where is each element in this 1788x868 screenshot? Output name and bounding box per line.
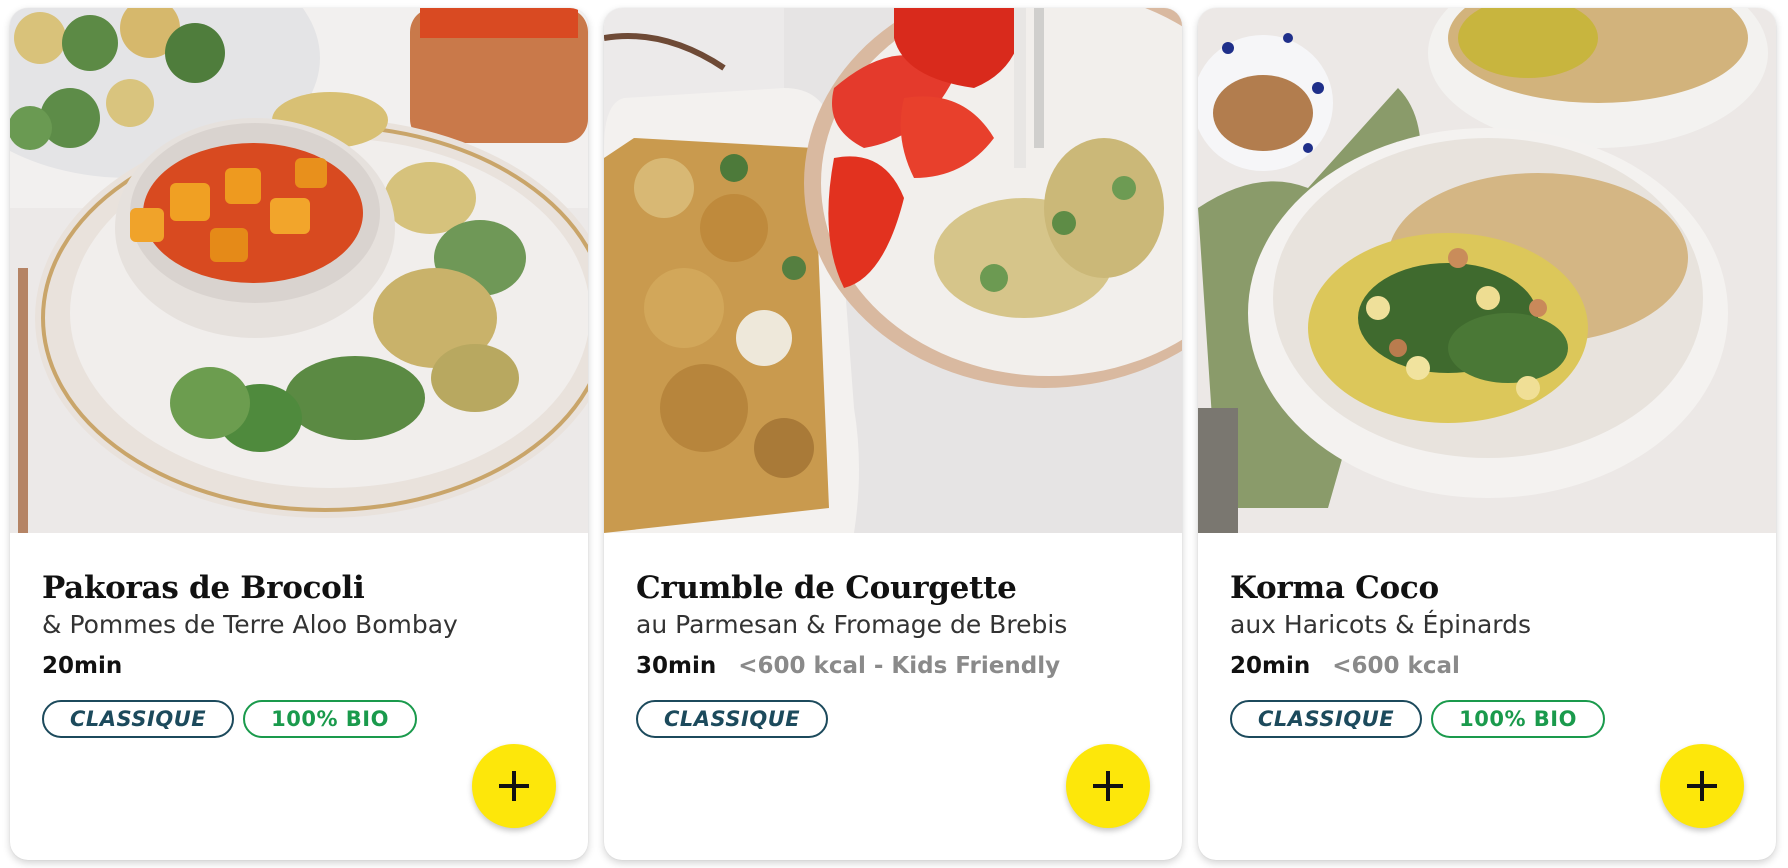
- recipe-subtitle: & Pommes de Terre Aloo Bombay: [42, 610, 458, 639]
- tag-classique: CLASSIQUE: [1230, 700, 1423, 738]
- recipe-card[interactable]: Crumble de Courgette au Parmesan & Froma…: [604, 8, 1182, 860]
- recipe-extra-info: <600 kcal - Kids Friendly: [738, 653, 1061, 679]
- recipe-card[interactable]: Korma Coco aux Haricots & Épinards 20min…: [1198, 8, 1776, 860]
- recipe-meta: 30min <600 kcal - Kids Friendly: [636, 650, 1158, 682]
- recipe-info: Korma Coco aux Haricots & Épinards 20min…: [1230, 568, 1752, 738]
- recipe-time: 20min: [1230, 653, 1311, 679]
- recipe-subtitle: aux Haricots & Épinards: [1230, 610, 1532, 639]
- recipe-photo[interactable]: [604, 8, 1182, 533]
- recipe-title[interactable]: Korma Coco: [1230, 568, 1752, 608]
- recipe-title[interactable]: Pakoras de Brocoli: [42, 568, 564, 608]
- recipe-extra-info: <600 kcal: [1332, 653, 1460, 679]
- add-recipe-button[interactable]: [1066, 744, 1150, 828]
- recipe-tags: CLASSIQUE: [636, 700, 1158, 738]
- recipe-subtitle: au Parmesan & Fromage de Brebis: [636, 610, 1068, 639]
- add-recipe-button[interactable]: [1660, 744, 1744, 828]
- tag-bio: 100% BIO: [1431, 700, 1605, 738]
- recipe-info: Crumble de Courgette au Parmesan & Froma…: [636, 568, 1158, 738]
- plus-icon: [1687, 771, 1717, 801]
- recipe-info: Pakoras de Brocoli & Pommes de Terre Alo…: [42, 568, 564, 738]
- recipe-photo[interactable]: [1198, 8, 1776, 533]
- tag-bio: 100% BIO: [243, 700, 417, 738]
- recipe-card[interactable]: Pakoras de Brocoli & Pommes de Terre Alo…: [10, 8, 588, 860]
- plus-icon: [1093, 771, 1123, 801]
- recipe-meta: 20min <600 kcal: [1230, 650, 1752, 682]
- recipe-grid: Pakoras de Brocoli & Pommes de Terre Alo…: [0, 0, 1788, 868]
- add-recipe-button[interactable]: [472, 744, 556, 828]
- recipe-time: 20min: [42, 653, 123, 679]
- recipe-tags: CLASSIQUE 100% BIO: [1230, 700, 1752, 738]
- recipe-meta: 20min: [42, 650, 564, 682]
- tag-classique: CLASSIQUE: [42, 700, 235, 738]
- plus-icon: [499, 771, 529, 801]
- recipe-photo[interactable]: [10, 8, 588, 533]
- recipe-tags: CLASSIQUE 100% BIO: [42, 700, 564, 738]
- recipe-time: 30min: [636, 653, 717, 679]
- tag-classique: CLASSIQUE: [636, 700, 829, 738]
- recipe-title[interactable]: Crumble de Courgette: [636, 568, 1158, 608]
